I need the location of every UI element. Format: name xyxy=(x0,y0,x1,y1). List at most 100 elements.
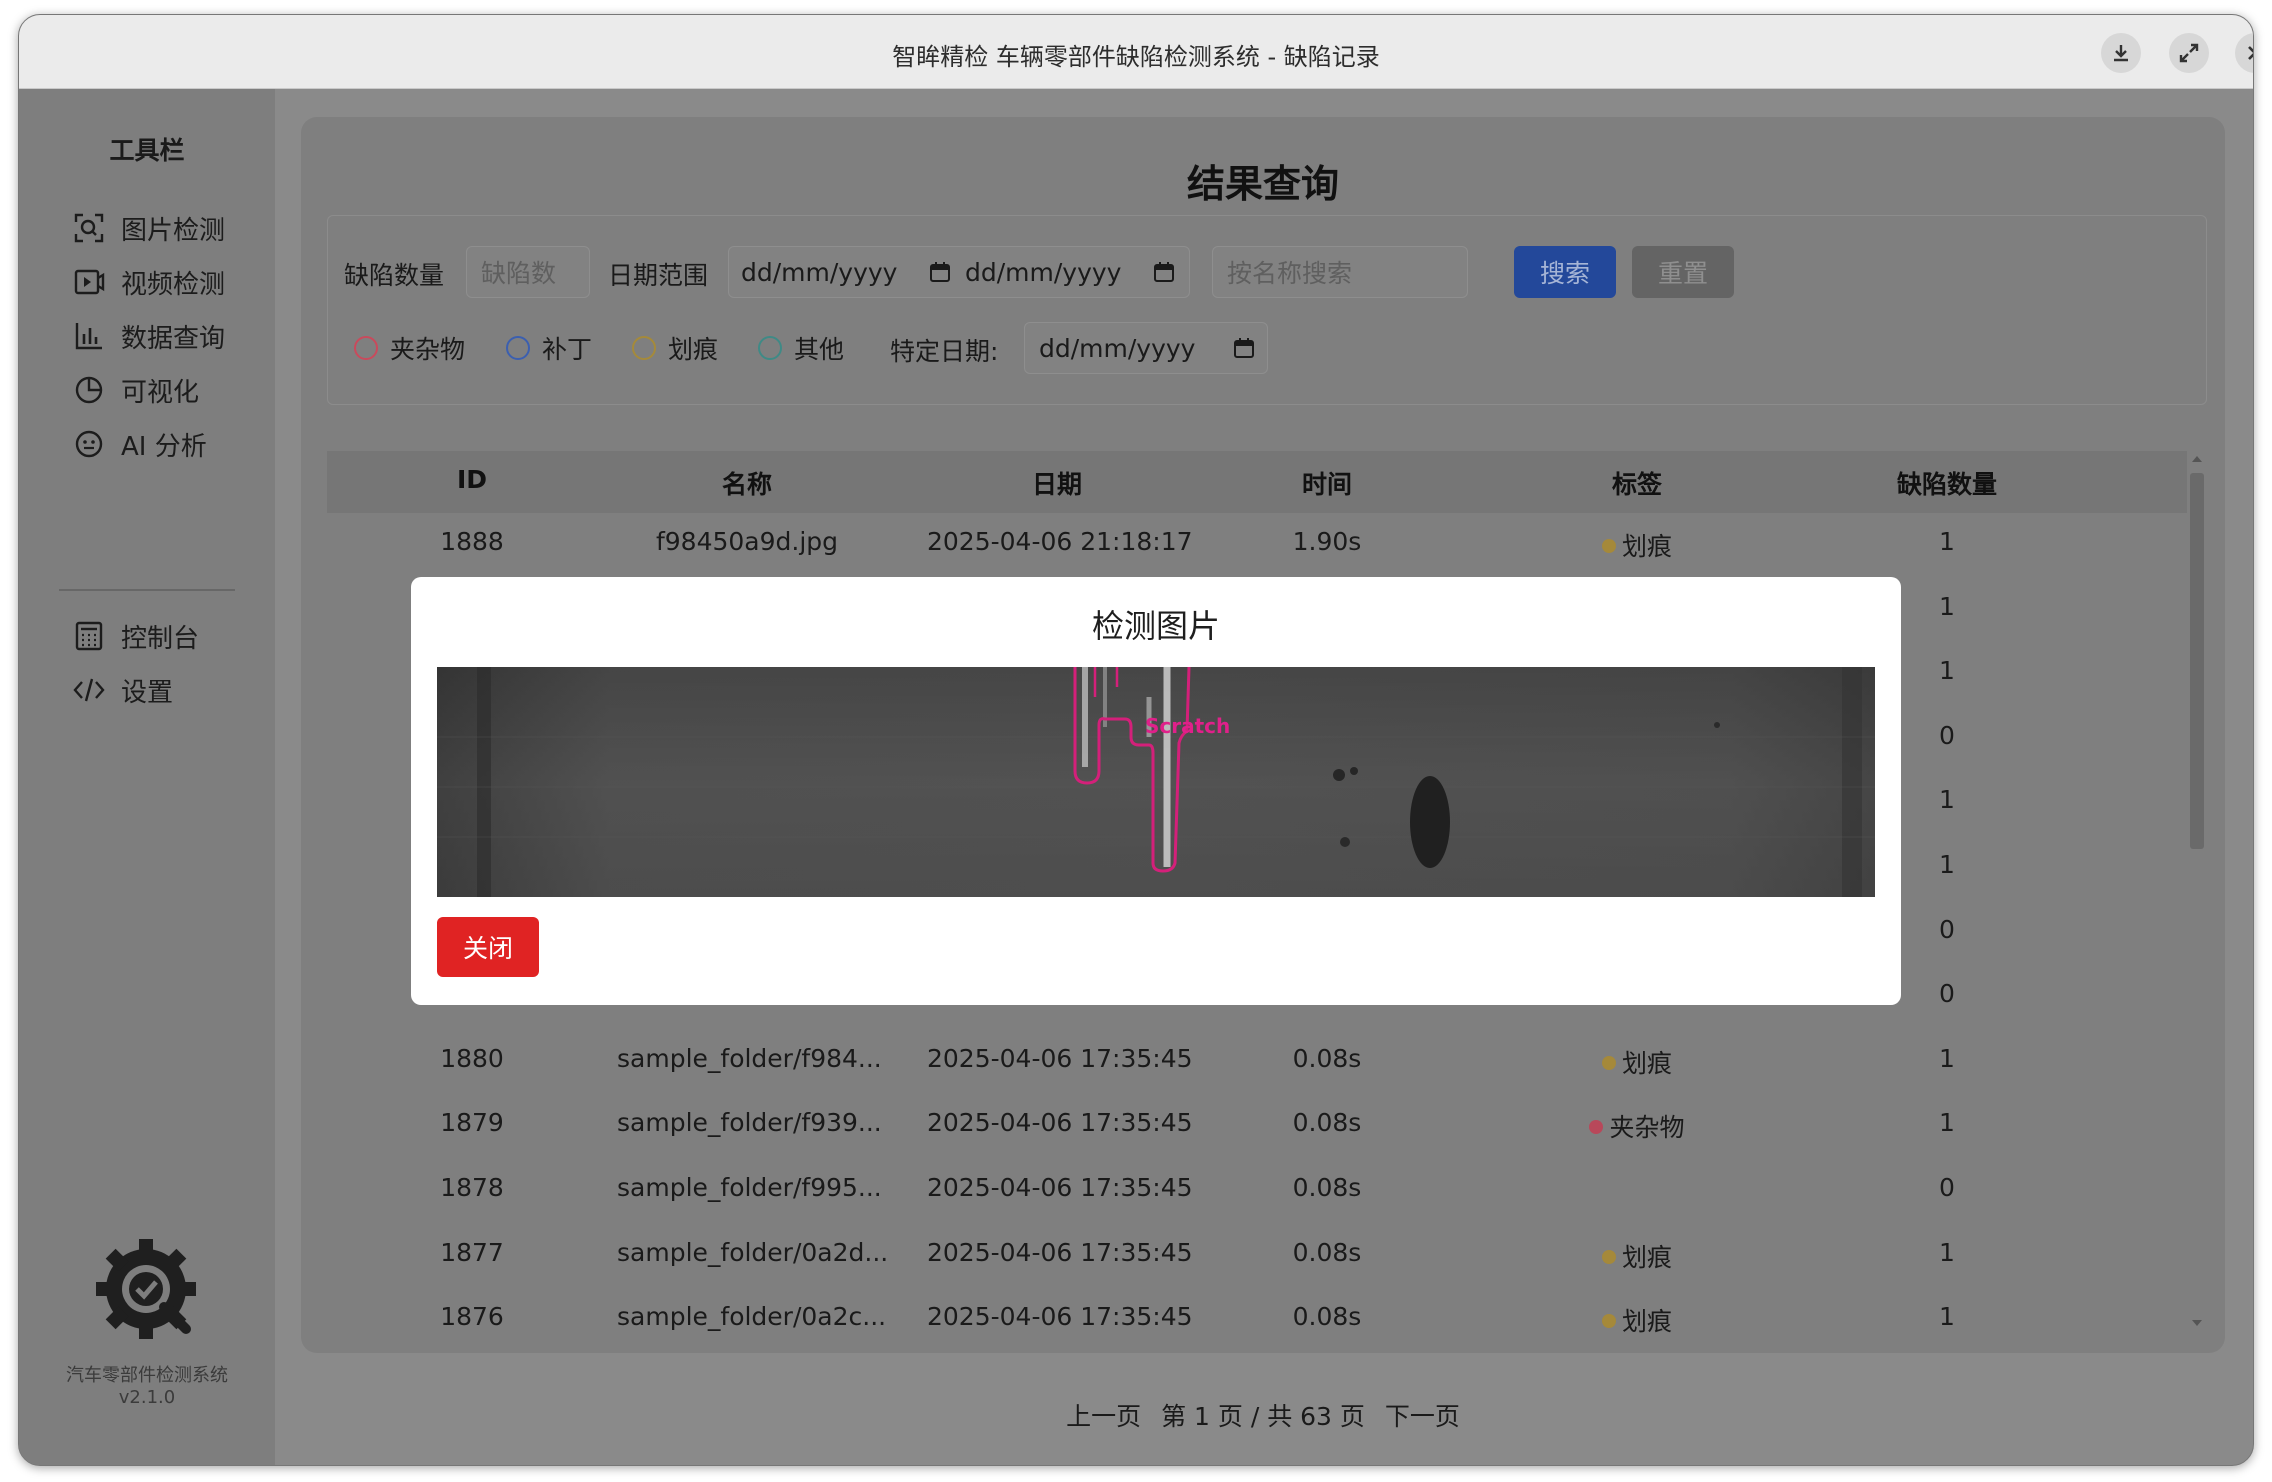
radio-inclusion[interactable]: 夹杂物 xyxy=(354,330,465,366)
radio-circle-icon xyxy=(506,336,530,360)
sidebar-title: 工具栏 xyxy=(109,136,185,165)
calendar-icon[interactable] xyxy=(1233,337,1255,359)
column-header[interactable]: ID xyxy=(407,465,537,494)
defect-count-input[interactable]: 缺陷数 xyxy=(466,246,590,298)
tag-dot-icon xyxy=(1589,1120,1604,1135)
pie-chart-icon xyxy=(71,372,107,408)
date-end-input[interactable]: dd/mm/yyyy xyxy=(965,258,1121,287)
sidebar-item-ai-analysis[interactable]: AI 分析 xyxy=(71,421,207,467)
download-button[interactable] xyxy=(2101,33,2141,73)
cell-time: 1.90s xyxy=(1292,527,1362,556)
page-info: 第 1 页 / 共 63 页 xyxy=(1161,1402,1365,1431)
cell-tag: 划痕 xyxy=(1527,1044,1747,1080)
page-title: 结果查询 xyxy=(1186,162,1339,206)
cell-tag: 划痕 xyxy=(1527,1302,1747,1338)
radio-circle-icon xyxy=(632,336,656,360)
radio-circle-icon xyxy=(758,336,782,360)
cell-time: 0.08s xyxy=(1292,1173,1362,1202)
close-button[interactable]: 关闭 xyxy=(437,917,539,977)
bar-chart-icon xyxy=(71,318,107,354)
tag-label: 划痕 xyxy=(1621,1307,1672,1337)
radio-circle-icon xyxy=(354,336,378,360)
sidebar-item-label: 数据查询 xyxy=(121,323,226,354)
date-range-label: 日期范围 xyxy=(608,261,709,290)
column-header[interactable]: 时间 xyxy=(1227,465,1427,501)
download-icon xyxy=(2114,45,2128,62)
scroll-down-icon[interactable] xyxy=(2192,1319,2202,1327)
table-row[interactable]: 1876 sample_folder/0a2c... 2025-04-06 17:3… xyxy=(327,1288,2187,1352)
table-scrollbar[interactable] xyxy=(2187,451,2207,1331)
title-bar: 智眸精检 车辆零部件缺陷检测系统 - 缺陷记录 xyxy=(19,15,2253,89)
column-header[interactable]: 名称 xyxy=(617,465,877,501)
table-row[interactable]: 1879 sample_folder/f939... 2025-04-06 17:3… xyxy=(327,1094,2187,1158)
sidebar-item-console[interactable]: 控制台 xyxy=(71,613,199,659)
radio-patch[interactable]: 补丁 xyxy=(506,330,592,366)
sidebar-item-label: 视频检测 xyxy=(121,269,226,300)
scroll-up-icon[interactable] xyxy=(2192,455,2202,463)
reset-button[interactable]: 重置 xyxy=(1632,246,1734,298)
cell-id: 1877 xyxy=(440,1237,504,1267)
radio-label: 夹杂物 xyxy=(390,335,466,364)
code-icon xyxy=(71,672,107,708)
table-header: ID 名称 日期 时间 标签 缺陷数量 xyxy=(327,451,2187,513)
cell-name: f98450a9d.jpg xyxy=(655,527,839,556)
tag-label: 夹杂物 xyxy=(1609,1113,1685,1143)
sidebar-item-label: 可视化 xyxy=(121,377,200,408)
cell-count: 1 xyxy=(1939,1108,1955,1138)
scroll-thumb[interactable] xyxy=(2190,473,2204,849)
cell-name: sample_folder/f939... xyxy=(617,1108,882,1138)
cell-count: 1 xyxy=(1939,1043,1955,1073)
table-row[interactable]: 1878 sample_folder/f995... 2025-04-06 17:3… xyxy=(327,1159,2187,1223)
tag-label: 划痕 xyxy=(1621,1242,1672,1272)
tag-label: 划痕 xyxy=(1621,1048,1672,1078)
date-start-input[interactable]: dd/mm/yyyy xyxy=(741,258,897,287)
sidebar-divider xyxy=(59,589,235,591)
column-header[interactable]: 日期 xyxy=(927,465,1187,501)
ai-face-icon xyxy=(71,426,107,462)
modal-title: 检测图片 xyxy=(1091,607,1220,645)
sidebar-item-image-detect[interactable]: 图片检测 xyxy=(71,205,225,251)
radio-scratch[interactable]: 划痕 xyxy=(632,330,718,366)
cell-tag: 划痕 xyxy=(1527,1238,1747,1274)
specific-date-label: 特定日期: xyxy=(890,337,999,366)
prev-page-link[interactable]: 上一页 xyxy=(1066,1402,1141,1431)
sidebar-item-data-query[interactable]: 数据查询 xyxy=(71,313,225,359)
cell-count: 1 xyxy=(1939,1302,1955,1332)
video-icon xyxy=(71,264,107,300)
name-search-input[interactable]: 按名称搜索 xyxy=(1212,246,1468,298)
table-row[interactable]: 1877 sample_folder/0a2d... 2025-04-06 17:3… xyxy=(327,1224,2187,1288)
specific-date-value: dd/mm/yyyy xyxy=(1039,333,1196,363)
close-icon xyxy=(2248,46,2253,60)
sidebar: 工具栏 图片检测 视频检测 数据查询 可视化 AI 分析 控制台 设置 汽车零部… xyxy=(19,89,275,1465)
table-row[interactable]: 1880 sample_folder/f984... 2025-04-06 17:3… xyxy=(327,1030,2187,1094)
radio-other[interactable]: 其他 xyxy=(758,330,844,366)
calendar-icon[interactable] xyxy=(1153,261,1175,283)
cell-count: 1 xyxy=(1939,1237,1955,1267)
cell-id: 1876 xyxy=(440,1302,504,1332)
sidebar-item-label: 设置 xyxy=(121,677,174,708)
tag-dot-icon xyxy=(1601,1249,1616,1264)
cell-time: 0.08s xyxy=(1292,1043,1362,1073)
cell-name: sample_folder/f995... xyxy=(617,1173,882,1202)
maximize-icon xyxy=(2179,43,2199,63)
sidebar-item-visualize[interactable]: 可视化 xyxy=(71,367,199,413)
calendar-icon[interactable] xyxy=(929,261,951,283)
table-row[interactable]: 1888 f98450a9d.jpg 2025-04-06 21:18:17 1.90… xyxy=(327,513,2187,577)
cell-tag: 夹杂物 xyxy=(1527,1108,1747,1144)
tag-dot-icon xyxy=(1601,1314,1616,1329)
detection-image-modal: 检测图片 Scratch 关闭 xyxy=(411,577,1901,1005)
column-header[interactable]: 标签 xyxy=(1527,465,1747,501)
search-button[interactable]: 搜索 xyxy=(1514,246,1616,298)
cell-count: 1 xyxy=(1939,527,1955,556)
sidebar-item-video-detect[interactable]: 视频检测 xyxy=(71,259,225,305)
specific-date-input[interactable]: dd/mm/yyyy xyxy=(1024,322,1268,374)
maximize-button[interactable] xyxy=(2169,33,2209,73)
sidebar-item-label: 图片检测 xyxy=(121,215,226,246)
tag-dot-icon xyxy=(1601,1055,1616,1070)
defect-count-label: 缺陷数量 xyxy=(344,261,445,290)
column-header[interactable]: 缺陷数量 xyxy=(1827,465,2067,501)
sidebar-item-settings[interactable]: 设置 xyxy=(71,667,173,713)
cell-id: 1879 xyxy=(440,1108,504,1138)
tag-label: 划痕 xyxy=(1621,532,1672,561)
next-page-link[interactable]: 下一页 xyxy=(1385,1402,1460,1431)
